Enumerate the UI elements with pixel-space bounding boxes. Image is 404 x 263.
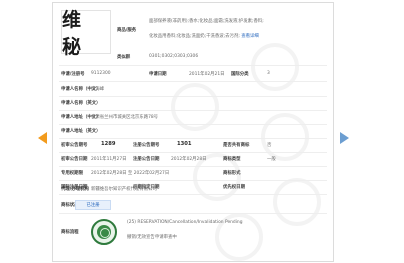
prelim-no-value: 1289 bbox=[101, 141, 116, 147]
group-label: 类似群 bbox=[117, 55, 131, 60]
next-arrow-icon[interactable] bbox=[340, 132, 349, 144]
reg-issue-value: 1301 bbox=[177, 141, 192, 147]
watermark bbox=[261, 113, 309, 161]
tm-form-label: 商标形式 bbox=[223, 171, 241, 176]
priority-label: 优先权日期 bbox=[223, 185, 245, 190]
applicant-cn-value: 吴海峰 bbox=[91, 87, 105, 92]
trademark-image: 维 秘 bbox=[61, 9, 111, 58]
class-label: 商品/服务 bbox=[117, 28, 137, 33]
apply-date-value: 2011年02月21日 bbox=[189, 72, 225, 77]
reg-date-label: 注册公告日期 bbox=[133, 157, 160, 162]
applicant-en-label: 申请人名称（英文） bbox=[61, 101, 101, 106]
divider bbox=[59, 96, 327, 97]
watermark bbox=[251, 43, 299, 91]
intl-class-label: 国际分类 bbox=[231, 72, 249, 77]
shared-value: 否 bbox=[267, 143, 272, 148]
view-details-link[interactable]: 查看详细 bbox=[241, 34, 259, 39]
prev-arrow-icon[interactable] bbox=[38, 132, 47, 144]
divider bbox=[59, 213, 327, 214]
exclusive-value: 2012年02月28日 至 2022年02月27日 bbox=[91, 171, 170, 176]
address-en-label: 申请人地址（英文） bbox=[61, 129, 101, 134]
prelim-date-value: 2011年11月27日 bbox=[91, 157, 127, 162]
divider bbox=[59, 138, 327, 139]
prelim-date-label: 初审公告日期 bbox=[61, 157, 88, 162]
reg-date-value: 2012年02月28日 bbox=[171, 157, 207, 162]
flow-text-2: 撤销/无效宣告申请审查中 bbox=[127, 235, 177, 240]
divider bbox=[59, 180, 327, 181]
address-cn-value: 甘肃省兰州市城关区北京东路78号 bbox=[91, 115, 159, 120]
divider bbox=[59, 81, 327, 82]
reg-issue-label: 注册公告期号 bbox=[133, 143, 160, 148]
trademark-detail-card: 维 秘 商品/服务 面部保养液(非药用);香水;化妆品;面霜;洗发液;护发素;香… bbox=[52, 2, 334, 262]
divider bbox=[59, 194, 327, 195]
reg-no-label: 申请/注册号 bbox=[61, 72, 85, 77]
reg-no-value: 9112300 bbox=[91, 71, 111, 76]
group-value: 0301;0302;0303;0306 bbox=[149, 54, 199, 59]
shared-label: 是否共有商标 bbox=[223, 143, 250, 148]
divider bbox=[59, 65, 327, 66]
agent-value: 新疆维吾尔知识产权代理有限公司 bbox=[91, 187, 157, 192]
apply-date-label: 申请日期 bbox=[149, 72, 167, 77]
intl-class-value: 3 bbox=[267, 71, 270, 76]
class-text-2-value: 化妆品用香料;化妆品;洗面奶;干洗香波;去污剂; bbox=[149, 34, 240, 39]
prelim-no-label: 初审公告期号 bbox=[61, 143, 88, 148]
tm-type-label: 商标类型 bbox=[223, 157, 241, 162]
class-text-2: 化妆品用香料;化妆品;洗面奶;干洗香波;去污剂; 查看详细 bbox=[149, 33, 259, 39]
flow-label: 商标流程 bbox=[61, 230, 79, 235]
tm-type-value: 一般 bbox=[267, 157, 276, 162]
certificate-seal-icon bbox=[91, 219, 117, 245]
status-badge: 已注册 bbox=[75, 200, 111, 210]
divider bbox=[59, 166, 327, 167]
flow-text-1: (25) RESERVATION/Cancellation/Invalidati… bbox=[127, 220, 243, 225]
agent-label: 代理/办理机构 bbox=[61, 187, 89, 192]
exclusive-label: 专用权期限 bbox=[61, 171, 83, 176]
divider bbox=[59, 124, 327, 125]
divider bbox=[59, 110, 327, 111]
watermark bbox=[273, 178, 321, 226]
class-text-1: 面部保养液(非药用);香水;化妆品;面霜;洗发液;护发素;香料; bbox=[149, 19, 264, 24]
divider bbox=[59, 152, 327, 153]
